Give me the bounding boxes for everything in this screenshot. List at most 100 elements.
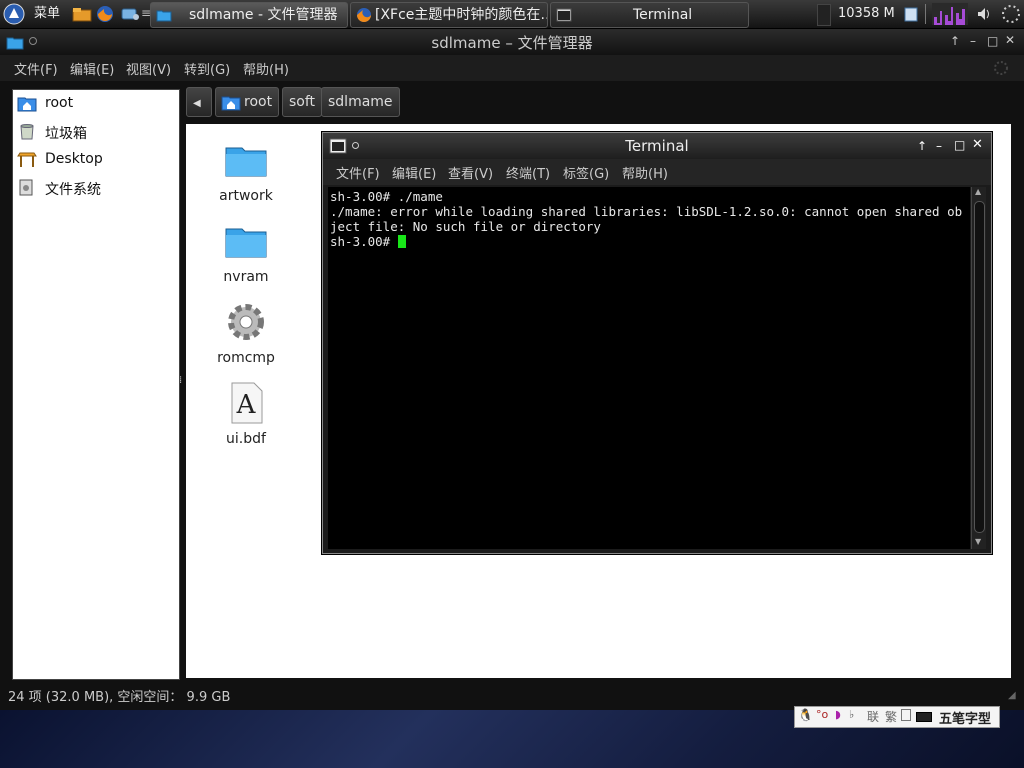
status-bar: 24 项 (32.0 MB), 空闲空间： 9.9 GB ◢: [0, 682, 1024, 706]
sidebar-item-filesystem[interactable]: 文件系统: [17, 176, 177, 198]
file-item-artwork[interactable]: artwork: [206, 136, 286, 204]
menu-help[interactable]: 帮助(H): [622, 163, 668, 182]
traditional-toggle[interactable]: 繁: [885, 708, 897, 725]
menu-file[interactable]: 文件(F): [14, 59, 58, 78]
trash-icon: [20, 124, 34, 140]
file-label: artwork: [219, 188, 273, 204]
network-launcher-icon[interactable]: [120, 6, 140, 22]
task-file-manager[interactable]: sdlmame - 文件管理器: [150, 2, 348, 28]
menu-go[interactable]: 转到(G): [184, 59, 230, 78]
minimize-button[interactable]: –: [936, 139, 942, 153]
svg-text:A: A: [236, 390, 257, 420]
maximize-button[interactable]: □: [954, 138, 965, 152]
firefox-icon: [357, 8, 371, 22]
left-arrow-icon: ◀: [193, 98, 201, 109]
fullwidth-moon-icon[interactable]: ◗: [835, 708, 841, 721]
sidebar-item-label: 文件系统: [45, 182, 101, 198]
minimize-button[interactable]: –: [970, 34, 976, 48]
menu-file[interactable]: 文件(F): [336, 163, 380, 182]
menu-help[interactable]: 帮助(H): [243, 59, 289, 78]
pager-handle-icon: [817, 4, 831, 26]
crumb-label: sdlmame: [328, 94, 393, 110]
sidebar-item-trash[interactable]: 垃圾箱: [17, 120, 177, 142]
file-manager-launcher-icon[interactable]: [72, 6, 92, 22]
file-item-romcmp[interactable]: romcmp: [206, 298, 286, 366]
desktop-icon: [17, 152, 37, 167]
window-titlebar[interactable]: sdlmame – 文件管理器 ↑ – □ ✕: [0, 29, 1024, 55]
menu-bar: 文件(F) 编辑(E) 视图(V) 转到(G) 帮助(H): [0, 55, 1024, 81]
task-label: Terminal: [633, 7, 693, 23]
home-folder-icon: [17, 97, 37, 112]
memory-monitor[interactable]: 10358 M: [838, 0, 895, 28]
close-button[interactable]: ✕: [1005, 33, 1015, 47]
crumb-label: soft: [289, 94, 316, 110]
drive-icon: [19, 179, 33, 196]
input-method-bar: 🐧 °o ◗ ♭ 联 繁 五笔字型: [794, 706, 1000, 728]
volume-icon[interactable]: [976, 6, 992, 22]
file-label: nvram: [223, 269, 269, 285]
crumb-soft[interactable]: soft: [282, 87, 323, 117]
font-file-icon: A: [222, 379, 270, 427]
task-label: [XFce主题中时钟的颜色在…: [375, 7, 548, 23]
association-toggle[interactable]: 联: [867, 708, 879, 725]
firefox-launcher-icon[interactable]: [96, 5, 114, 23]
file-label: ui.bdf: [226, 431, 266, 447]
sidebar-item-desktop[interactable]: Desktop: [17, 148, 177, 170]
applications-menu-button[interactable]: 菜单: [34, 0, 60, 28]
lock-icon[interactable]: [901, 709, 911, 721]
sidebar-item-label: root: [45, 95, 74, 111]
file-item-nvram[interactable]: nvram: [206, 217, 286, 285]
sidebar-item-label: Desktop: [45, 151, 103, 167]
penguin-icon[interactable]: 🐧: [798, 708, 813, 722]
terminal-icon: [556, 8, 572, 22]
scroll-up-arrow-icon[interactable]: ▲: [975, 187, 981, 196]
soft-keyboard-hint-icon[interactable]: ♭: [849, 708, 854, 721]
path-back-button[interactable]: ◀: [186, 87, 212, 117]
window-title: sdlmame – 文件管理器: [431, 34, 593, 52]
file-label: romcmp: [217, 350, 275, 366]
sidebar: root 垃圾箱 Desktop 文件系统: [12, 89, 180, 680]
cpu-graph-icon[interactable]: [932, 3, 968, 25]
menu-terminal[interactable]: 终端(T): [506, 163, 550, 182]
shade-button[interactable]: ↑: [950, 34, 960, 48]
sidebar-item-root[interactable]: root: [17, 92, 177, 114]
task-label: sdlmame - 文件管理器: [189, 7, 338, 23]
menu-tabs[interactable]: 标签(G): [563, 163, 609, 182]
executable-gear-icon: [222, 298, 270, 346]
loading-spinner-icon: [1002, 5, 1020, 23]
terminal-scrollbar[interactable]: ▲ ▼: [971, 187, 986, 549]
xfce-logo-icon[interactable]: [3, 3, 25, 25]
shade-button[interactable]: ↑: [917, 139, 927, 153]
sidebar-item-label: 垃圾箱: [45, 126, 87, 142]
input-method-name[interactable]: 五笔字型: [939, 708, 991, 727]
folder-icon: [222, 136, 270, 184]
crumb-sdlmame[interactable]: sdlmame: [321, 87, 400, 117]
menu-view[interactable]: 查看(V): [448, 163, 493, 182]
menu-edit[interactable]: 编辑(E): [70, 59, 114, 78]
task-terminal[interactable]: Terminal: [550, 2, 749, 28]
terminal-cursor: [397, 235, 406, 248]
terminal-screen[interactable]: sh-3.00# ./mame ./mame: error while load…: [328, 187, 970, 549]
clipboard-icon[interactable]: [904, 6, 918, 22]
resize-grip-icon[interactable]: ◢: [1008, 690, 1016, 701]
file-item-ui-bdf[interactable]: A ui.bdf: [206, 379, 286, 447]
terminal-output: sh-3.00# ./mame ./mame: error while load…: [330, 189, 963, 249]
scrollbar-thumb[interactable]: [974, 201, 985, 533]
task-firefox[interactable]: [XFce主题中时钟的颜色在…: [350, 2, 548, 28]
menu-edit[interactable]: 编辑(E): [392, 163, 436, 182]
window-titlebar[interactable]: Terminal ↑ – □ ✕: [323, 133, 991, 159]
keyboard-icon[interactable]: [916, 712, 932, 722]
separator-line: [925, 4, 926, 24]
window-title: Terminal: [625, 137, 689, 155]
folder-icon: [222, 217, 270, 265]
crumb-root[interactable]: root: [215, 87, 280, 117]
menu-view[interactable]: 视图(V): [126, 59, 171, 78]
close-button[interactable]: ✕: [972, 137, 983, 152]
punctuation-icon[interactable]: °o: [816, 708, 828, 721]
home-folder-icon: [221, 96, 241, 111]
top-panel: 菜单 ≡ sdlmame - 文件管理器 [XFce主题中时钟的颜色在… Ter…: [0, 0, 1024, 29]
pane-resize-handle[interactable]: ⁞: [179, 375, 182, 386]
crumb-label: root: [244, 94, 273, 110]
maximize-button[interactable]: □: [987, 34, 998, 48]
scroll-down-arrow-icon[interactable]: ▼: [975, 537, 981, 546]
